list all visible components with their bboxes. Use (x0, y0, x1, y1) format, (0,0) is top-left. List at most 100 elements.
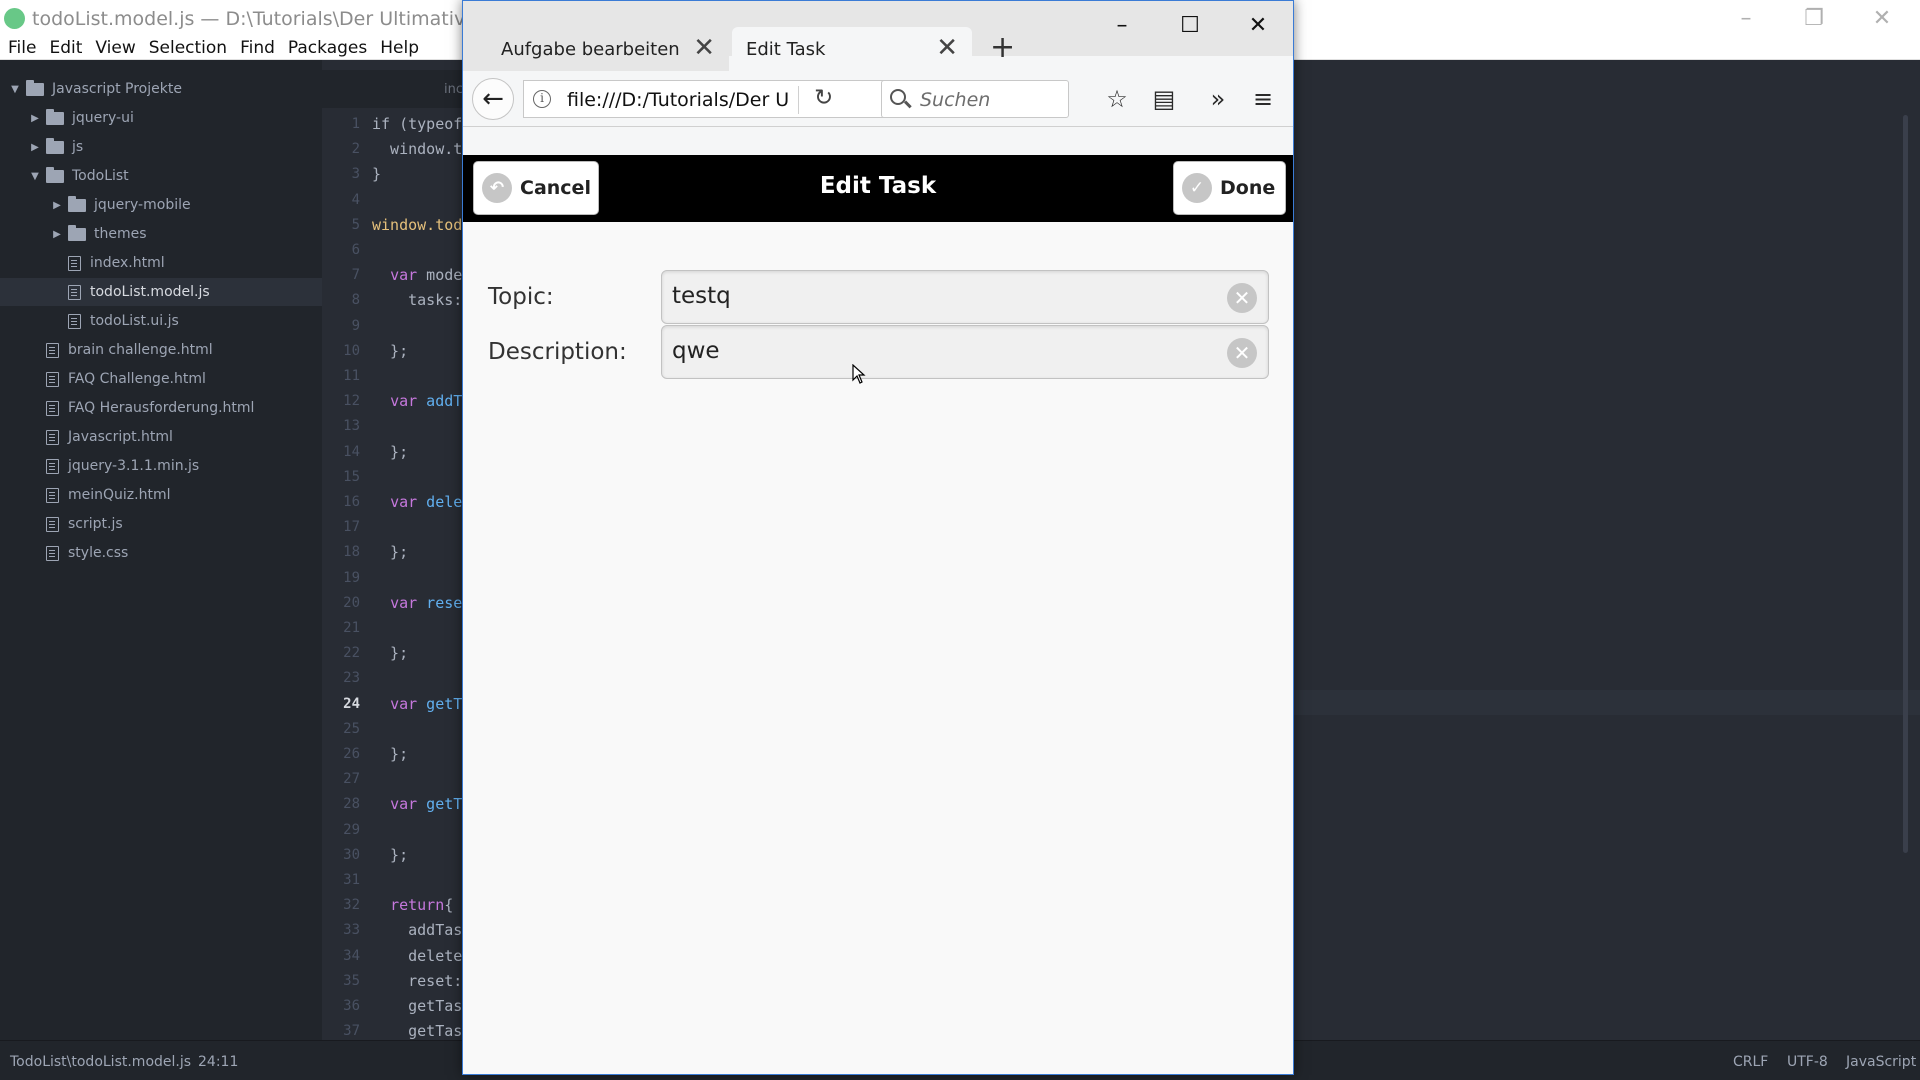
editor-tab-remnant[interactable]: inc (322, 70, 463, 108)
status-encoding[interactable]: UTF-8 (1787, 1054, 1828, 1070)
code-line[interactable]: reset: (372, 969, 462, 994)
firefox-minimize-button[interactable]: – (1088, 1, 1156, 49)
tab-aufgabe-bearbeiten[interactable]: Aufgabe bearbeiten ✕ (463, 27, 729, 71)
atom-minimize-button[interactable]: – (1716, 0, 1776, 37)
topic-input[interactable]: testq ✕ (661, 270, 1269, 324)
chevron-right-icon[interactable]: ▶ (28, 142, 42, 153)
code-line[interactable]: getTas (372, 1019, 462, 1042)
code-line[interactable]: delete (372, 944, 462, 969)
tree-item[interactable]: FAQ Herausforderung.html (0, 394, 322, 422)
tree-item[interactable]: Javascript.html (0, 423, 322, 451)
tree-item[interactable]: index.html (0, 249, 322, 277)
tree-item[interactable]: jquery-3.1.1.min.js (0, 452, 322, 480)
close-tab-icon[interactable]: ✕ (693, 33, 715, 63)
code-line[interactable]: var rese (372, 591, 462, 616)
url-text[interactable]: file:///D:/Tutorials/Der U (567, 89, 789, 111)
code-line[interactable]: addTas (372, 918, 462, 943)
code-line[interactable]: }; (372, 440, 408, 465)
editor-scrollbar[interactable] (1903, 115, 1908, 853)
status-grammar[interactable]: JavaScript (1846, 1054, 1916, 1070)
done-button[interactable]: ✓ Done (1173, 161, 1286, 215)
tree-item[interactable]: todoList.ui.js (0, 307, 322, 335)
firefox-maximize-button[interactable]: ☐ (1156, 1, 1224, 49)
hamburger-menu-icon[interactable]: ≡ (1245, 81, 1281, 117)
code-line[interactable]: } (372, 162, 381, 187)
code-line[interactable]: getTas (372, 994, 462, 1019)
file-icon (68, 284, 81, 300)
info-icon[interactable]: i (533, 90, 551, 108)
close-tab-icon[interactable]: ✕ (936, 33, 958, 63)
menu-find[interactable]: Find (236, 37, 284, 59)
code-line[interactable]: window.tod (372, 213, 462, 238)
atom-close-button[interactable]: ✕ (1852, 0, 1912, 37)
tree-item[interactable]: meinQuiz.html (0, 481, 322, 509)
chevron-down-icon[interactable]: ▼ (28, 171, 42, 182)
tree-item[interactable]: ▼ TodoList (0, 162, 322, 190)
tree-item[interactable]: script.js (0, 510, 322, 538)
tree-item-label: index.html (90, 255, 165, 271)
new-tab-icon[interactable]: + (990, 31, 1015, 65)
menu-selection[interactable]: Selection (145, 37, 236, 59)
chevron-right-icon[interactable]: ▶ (50, 200, 64, 211)
menu-edit[interactable]: Edit (45, 37, 91, 59)
tree-item[interactable]: ▶ jquery-ui (0, 104, 322, 132)
code-line[interactable]: }; (372, 339, 408, 364)
code-line[interactable]: var mode (372, 263, 462, 288)
status-file-path[interactable]: TodoList\todoList.model.js (10, 1054, 191, 1070)
tree-item[interactable]: ▶ js (0, 133, 322, 161)
chevron-right-icon[interactable]: ▶ (50, 229, 64, 240)
chevron-right-icon[interactable]: ▶ (28, 113, 42, 124)
reload-icon[interactable]: ↻ (814, 85, 833, 111)
clear-topic-icon[interactable]: ✕ (1227, 283, 1257, 313)
code-token: }; (372, 845, 409, 864)
tree-item[interactable]: FAQ Challenge.html (0, 365, 322, 393)
code-token: getT (417, 694, 462, 713)
line-number: 32 (343, 897, 360, 914)
tree-item[interactable]: brain challenge.html (0, 336, 322, 364)
menu-file[interactable]: File (4, 37, 45, 59)
code-line[interactable]: }; (372, 641, 408, 666)
code-line[interactable]: var dele (372, 490, 462, 515)
code-line[interactable]: tasks: (372, 288, 462, 313)
back-button[interactable]: ← (472, 78, 514, 120)
overflow-chevron-icon[interactable]: » (1200, 81, 1236, 117)
folder-icon (68, 224, 86, 241)
code-editor-right-region[interactable] (1294, 112, 1920, 1042)
tree-item[interactable]: todoList.model.js (0, 278, 322, 306)
code-line[interactable]: }; (372, 843, 408, 868)
reading-list-icon[interactable]: ▤ (1146, 81, 1182, 117)
description-value[interactable]: qwe (672, 338, 720, 364)
status-cursor-position[interactable]: 24:11 (198, 1054, 238, 1070)
menu-view[interactable]: View (91, 37, 144, 59)
file-icon (46, 487, 59, 503)
menu-packages[interactable]: Packages (284, 37, 376, 59)
clear-description-icon[interactable]: ✕ (1227, 338, 1257, 368)
code-line[interactable]: window.t (372, 137, 462, 162)
file-icon (46, 342, 59, 358)
code-line[interactable]: var getT (372, 692, 462, 717)
menu-help[interactable]: Help (376, 37, 428, 59)
code-line[interactable]: return{ (372, 893, 453, 918)
line-number: 8 (351, 292, 360, 309)
atom-restore-button[interactable]: ❐ (1784, 0, 1844, 37)
status-line-ending[interactable]: CRLF (1733, 1054, 1768, 1070)
code-line[interactable]: var addT (372, 389, 462, 414)
code-token: delete (372, 946, 462, 965)
topic-value[interactable]: testq (672, 283, 731, 309)
tree-root[interactable]: ▼ Javascript Projekte (0, 75, 322, 103)
code-line[interactable]: }; (372, 540, 408, 565)
code-token: } (372, 165, 382, 184)
tab-edit-task[interactable]: Edit Task ✕ (732, 27, 972, 71)
tree-item[interactable]: style.css (0, 539, 322, 567)
tree-item[interactable]: ▶ themes (0, 220, 322, 248)
bookmark-star-icon[interactable]: ☆ (1099, 81, 1135, 117)
description-input[interactable]: qwe ✕ (661, 325, 1269, 379)
code-line[interactable]: }; (372, 742, 408, 767)
tree-item[interactable]: ▶ jquery-mobile (0, 191, 322, 219)
code-editor[interactable]: if (typeof window.t} window.tod var mode … (372, 112, 462, 1042)
firefox-close-button[interactable]: ✕ (1224, 1, 1292, 49)
search-box[interactable]: Suchen (881, 80, 1069, 118)
code-line[interactable]: if (typeof (372, 112, 462, 137)
url-bar[interactable]: i file:///D:/Tutorials/Der U ↻ (523, 80, 919, 118)
code-line[interactable]: var getT (372, 792, 462, 817)
